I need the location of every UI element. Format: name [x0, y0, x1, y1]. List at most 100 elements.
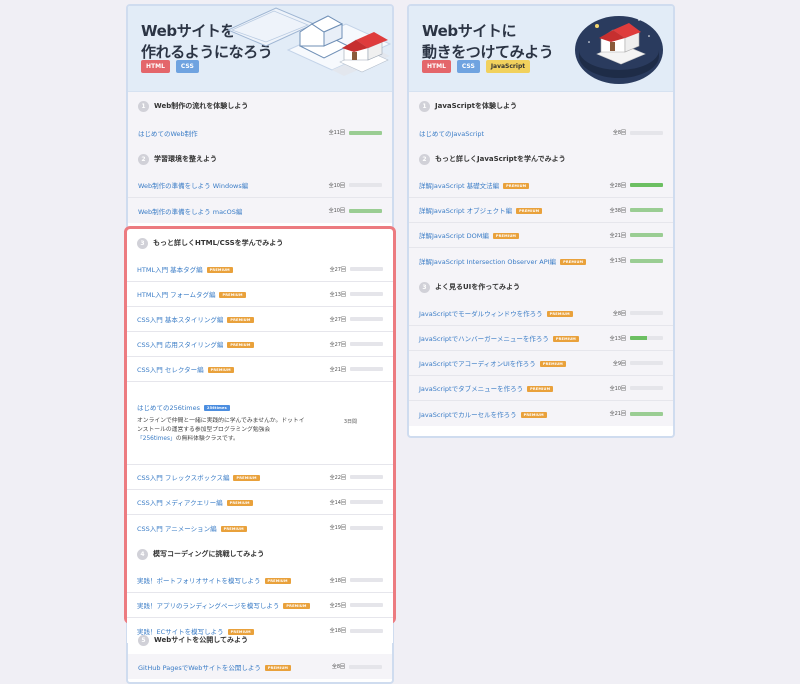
- lesson-link[interactable]: HTML入門 基本タグ編 PREMIUM: [137, 264, 233, 274]
- lesson-link[interactable]: CSS入門 応用スタイリング編 PREMIUM: [137, 339, 254, 349]
- lesson-link[interactable]: CSS入門 基本スタイリング編 PREMIUM: [137, 314, 254, 324]
- lesson-link[interactable]: 詳解JavaScript DOM編 PREMIUM: [419, 230, 520, 240]
- lesson-count: 全27回: [329, 266, 346, 273]
- lesson-link[interactable]: CSS入門 フレックスボックス編 PREMIUM: [137, 472, 260, 482]
- workshop-description-link[interactable]: 「256times」: [137, 436, 176, 442]
- progress-fill: [349, 130, 382, 135]
- highlighted-section-block: 3 もっと詳しくHTML/CSSを学んでみよう HTML入門 基本タグ編 PREMI…: [124, 226, 396, 643]
- tag-html: HTML: [422, 60, 451, 73]
- premium-badge: PREMIUM: [207, 367, 234, 373]
- lesson-link[interactable]: 詳解JavaScript 基礎文法編 PREMIUM: [419, 180, 530, 190]
- premium-badge: PREMIUM: [264, 578, 291, 584]
- lesson-item[interactable]: CSS入門 応用スタイリング編 PREMIUM 全27回: [127, 332, 393, 357]
- lesson-link[interactable]: JavaScriptでアコーディオンUIを作ろう PREMIUM: [419, 358, 566, 368]
- lesson-item[interactable]: CSS入門 基本スタイリング編 PREMIUM 全27回: [127, 307, 393, 332]
- premium-badge: PREMIUM: [520, 411, 547, 418]
- lesson-item[interactable]: CSS入門 アニメーション編 PREMIUM 全19回: [127, 515, 393, 540]
- lesson-link[interactable]: JavaScriptでカルーセルを作ろう PREMIUM: [419, 409, 547, 419]
- premium-badge: PREMIUM: [233, 475, 260, 481]
- lesson-title[interactable]: CSS入門 メディアクエリー編: [137, 499, 223, 507]
- workshop-description: オンラインで仲間と一緒に実践的に学んでみませんか。ドットインストールの運営する参…: [137, 417, 305, 444]
- lesson-link[interactable]: はじめてのJavaScript: [419, 128, 484, 138]
- premium-badge: PREMIUM: [539, 361, 566, 367]
- section-header: 1 JavaScriptを体験しよう: [409, 92, 673, 120]
- progress-bar: [630, 386, 663, 390]
- lesson-item[interactable]: CSS入門 フレックスボックス編 PREMIUM 全22回: [127, 465, 393, 490]
- lesson-link[interactable]: はじめてのWeb制作: [138, 128, 198, 138]
- lesson-link[interactable]: CSS入門 メディアクエリー編 PREMIUM: [137, 497, 253, 507]
- lesson-title[interactable]: HTML入門 フォームタグ編: [137, 291, 215, 299]
- lesson-title[interactable]: JavaScriptでアコーディオンUIを作ろう: [419, 360, 536, 368]
- lesson-title[interactable]: CSS入門 フレックスボックス編: [137, 474, 229, 482]
- lesson-title[interactable]: 詳解JavaScript Intersection Observer API編: [419, 258, 556, 266]
- lesson-item[interactable]: CSS入門 メディアクエリー編 PREMIUM 全14回: [127, 490, 393, 515]
- lesson-count: 全21回: [329, 366, 346, 373]
- progress-bar: [630, 233, 663, 237]
- lesson-link[interactable]: Web制作の準備をしよう Windows編: [138, 180, 248, 190]
- lesson-item[interactable]: JavaScriptでアコーディオンUIを作ろう PREMIUM 全9回: [409, 351, 673, 376]
- lesson-count: 全11回: [328, 130, 345, 136]
- lesson-title[interactable]: CSS入門 応用スタイリング編: [137, 341, 223, 349]
- lesson-title[interactable]: CSS入門 アニメーション編: [137, 525, 217, 533]
- lesson-link[interactable]: GitHub PagesでWebサイトを公開しよう PREMIUM: [138, 662, 292, 672]
- lesson-title[interactable]: JavaScriptでカルーセルを作ろう: [419, 411, 517, 419]
- workshop-description-text: オンラインで仲間と一緒に実践的に学んでみませんか。ドットインストールの運営する参…: [137, 418, 305, 433]
- lesson-item[interactable]: Web制作の準備をしよう macOS編 全10回: [128, 198, 392, 223]
- lesson-item[interactable]: JavaScriptでカルーセルを作ろう PREMIUM 全21回: [409, 401, 673, 426]
- lesson-item[interactable]: GitHub PagesでWebサイトを公開しよう PREMIUM 全8回: [128, 654, 392, 679]
- progress-bar: [630, 311, 663, 315]
- lesson-title[interactable]: CSS入門 基本スタイリング編: [137, 316, 223, 324]
- lesson-title[interactable]: JavaScriptでタブメニューを作ろう: [419, 385, 523, 393]
- lesson-title[interactable]: 詳解JavaScript オブジェクト編: [419, 207, 512, 215]
- progress-bar: [350, 475, 383, 479]
- lesson-item[interactable]: JavaScriptでタブメニューを作ろう PREMIUM 全10回: [409, 376, 673, 401]
- lesson-item[interactable]: HTML入門 フォームタグ編 PREMIUM 全13回: [127, 282, 393, 307]
- lesson-item[interactable]: JavaScriptでモーダルウィンドウを作ろう PREMIUM 全8回: [409, 301, 673, 326]
- lesson-title[interactable]: JavaScriptでモーダルウィンドウを作ろう: [419, 310, 543, 318]
- lesson-item[interactable]: CSS入門 セレクター編 PREMIUM 全21回: [127, 357, 393, 382]
- lesson-item[interactable]: 詳解JavaScript DOM編 PREMIUM 全21回: [409, 223, 673, 248]
- lesson-link[interactable]: JavaScriptでハンバーガーメニューを作ろう PREMIUM: [419, 333, 579, 343]
- progress-bar: [350, 292, 383, 296]
- lesson-item[interactable]: HTML入門 基本タグ編 PREMIUM 全27回: [127, 257, 393, 282]
- lesson-link[interactable]: Web制作の準備をしよう macOS編: [138, 206, 242, 216]
- lesson-link[interactable]: JavaScriptでタブメニューを作ろう PREMIUM: [419, 383, 554, 393]
- lesson-count: 全10回: [328, 182, 345, 189]
- lesson-title[interactable]: HTML入門 基本タグ編: [137, 266, 203, 274]
- workshop-link[interactable]: はじめての256times 256times: [137, 402, 230, 412]
- lesson-link[interactable]: JavaScriptでモーダルウィンドウを作ろう PREMIUM: [419, 308, 573, 318]
- lesson-item[interactable]: 実践！ポートフォリオサイトを模写しよう PREMIUM 全18回: [127, 568, 393, 593]
- lesson-title[interactable]: JavaScriptでハンバーガーメニューを作ろう: [419, 335, 549, 343]
- workshop-item[interactable]: はじめての256times 256times オンラインで仲間と一緒に実践的に学ん…: [127, 382, 393, 465]
- lesson-link[interactable]: 詳解JavaScript Intersection Observer API編 P…: [419, 256, 587, 266]
- lesson-item[interactable]: 詳解JavaScript オブジェクト編 PREMIUM 全38回: [409, 198, 673, 223]
- lesson-title[interactable]: 実践！アプリのランディングページを模写しよう: [137, 602, 279, 610]
- lesson-title[interactable]: 実践！ポートフォリオサイトを模写しよう: [137, 577, 261, 585]
- workshop-title[interactable]: はじめての256times: [137, 404, 200, 412]
- section-header: 3 もっと詳しくHTML/CSSを学んでみよう: [127, 229, 393, 257]
- tag-css: CSS: [456, 60, 480, 73]
- premium-badge: PREMIUM: [220, 525, 247, 532]
- lesson-title[interactable]: CSS入門 セレクター編: [137, 366, 204, 374]
- lesson-item[interactable]: JavaScriptでハンバーガーメニューを作ろう PREMIUM 全13回: [409, 326, 673, 351]
- lesson-link[interactable]: CSS入門 アニメーション編 PREMIUM: [137, 523, 247, 533]
- progress-bar: [350, 342, 383, 346]
- lesson-link[interactable]: 実践！ポートフォリオサイトを模写しよう PREMIUM: [137, 575, 291, 585]
- section-title: もっと詳しくHTML/CSSを学んでみよう: [153, 239, 284, 247]
- lesson-item[interactable]: 詳解JavaScript 基礎文法編 PREMIUM 全28回: [409, 173, 673, 198]
- progress-bar: [350, 603, 383, 607]
- lesson-link[interactable]: 詳解JavaScript オブジェクト編 PREMIUM: [419, 205, 543, 215]
- lesson-title[interactable]: GitHub PagesでWebサイトを公開しよう: [138, 664, 261, 672]
- lesson-link[interactable]: 実践！アプリのランディングページを模写しよう PREMIUM: [137, 600, 310, 610]
- lesson-item[interactable]: はじめてのJavaScript 全8回: [409, 120, 673, 145]
- lesson-link[interactable]: HTML入門 フォームタグ編 PREMIUM: [137, 289, 246, 299]
- lesson-item[interactable]: はじめてのWeb制作 全11回: [128, 120, 392, 145]
- lesson-item[interactable]: 実践！アプリのランディングページを模写しよう PREMIUM 全25回: [127, 593, 393, 618]
- tag-list: HTML CSS: [141, 60, 199, 73]
- lesson-item[interactable]: 詳解JavaScript Intersection Observer API編 P…: [409, 248, 673, 273]
- lesson-title[interactable]: 詳解JavaScript DOM編: [419, 232, 489, 240]
- premium-badge: PREMIUM: [227, 317, 254, 323]
- lesson-link[interactable]: CSS入門 セレクター編 PREMIUM: [137, 364, 234, 374]
- lesson-item[interactable]: Web制作の準備をしよう Windows編 全10回: [128, 173, 392, 198]
- lesson-title[interactable]: 詳解JavaScript 基礎文法編: [419, 182, 499, 190]
